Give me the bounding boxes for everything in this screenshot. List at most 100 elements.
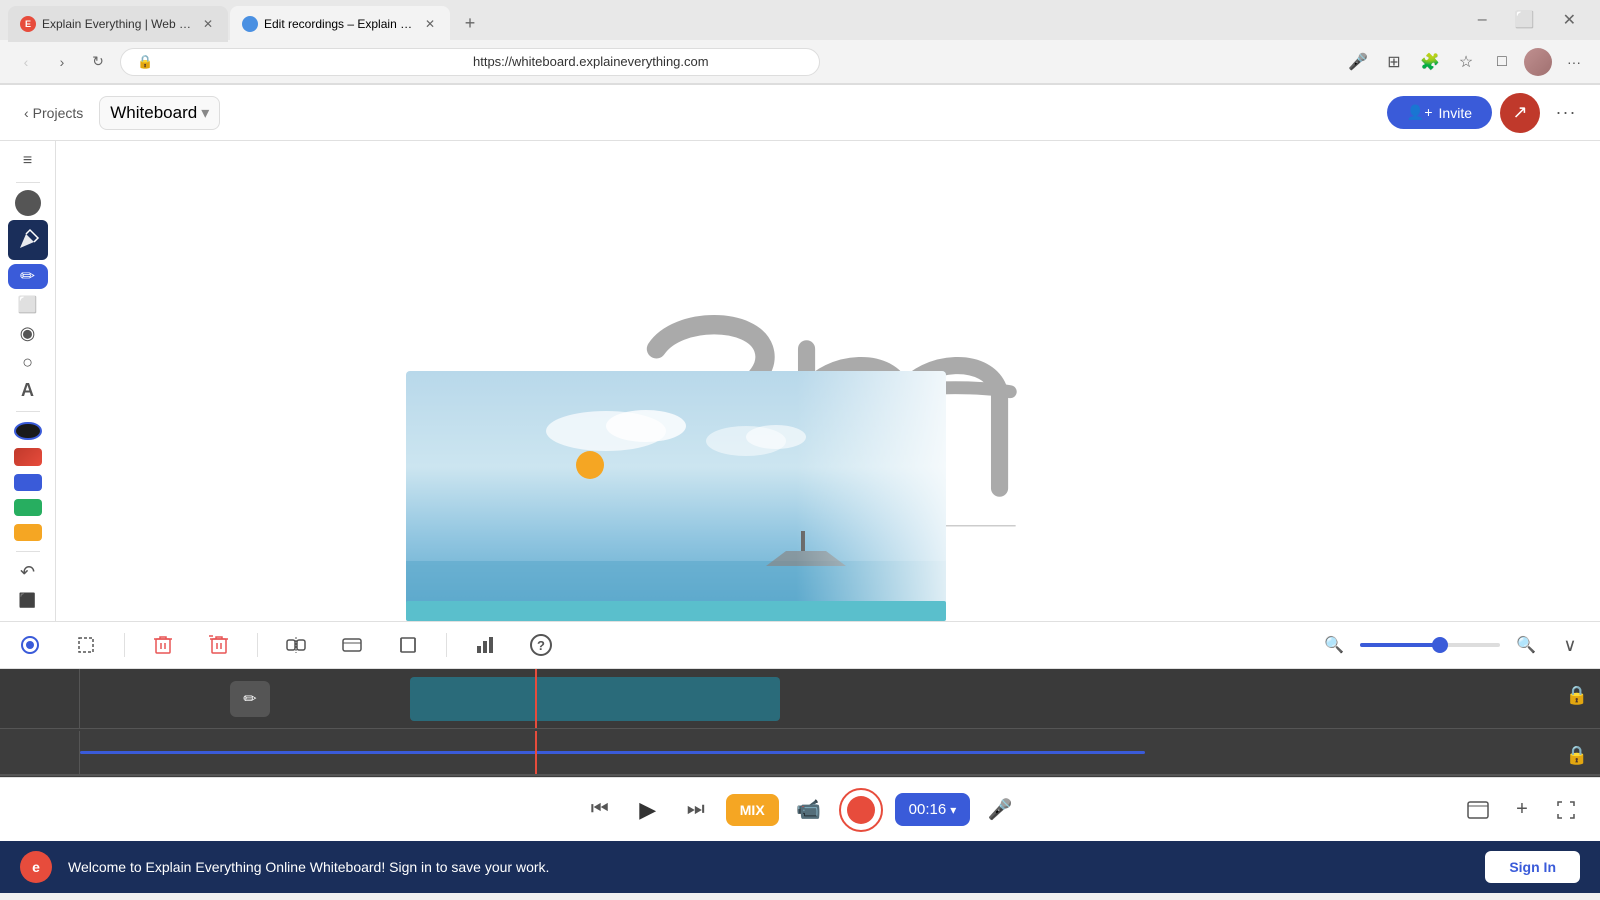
main-clip-block[interactable] bbox=[410, 677, 780, 721]
marker-tool-button[interactable]: ✏ bbox=[8, 264, 48, 289]
back-to-projects-button[interactable]: ‹ Projects bbox=[16, 101, 91, 125]
microphone-control-button[interactable]: 🎤 bbox=[982, 792, 1018, 828]
microphone-button[interactable]: 🎤 bbox=[1344, 48, 1372, 76]
add-track-button[interactable]: + bbox=[1504, 792, 1540, 828]
menu-tool-button[interactable]: ≡ bbox=[8, 149, 48, 174]
audio-track-row: 🔒 bbox=[0, 731, 1600, 775]
tab-1-title: Explain Everything | Web W... bbox=[42, 17, 194, 31]
more-options-button[interactable]: ··· bbox=[1548, 95, 1584, 131]
zoom-out-timeline-button[interactable]: 🔍 bbox=[1316, 627, 1352, 663]
video-track-content[interactable]: ✏ bbox=[80, 669, 1600, 728]
pen-tool-icon bbox=[8, 220, 48, 260]
color-blue-button[interactable] bbox=[14, 474, 42, 491]
sign-in-button[interactable]: Sign In bbox=[1485, 851, 1580, 883]
window-controls: – ⬜ ✕ bbox=[1454, 0, 1600, 40]
text-tool-button[interactable]: A bbox=[8, 379, 48, 404]
timeline-collapse-button[interactable]: ∨ bbox=[1552, 627, 1588, 663]
time-display[interactable]: 00:16 ▾ bbox=[895, 793, 971, 826]
back-nav-button[interactable]: ‹ bbox=[12, 48, 40, 76]
address-input[interactable]: 🔒 https://whiteboard.explaineverything.c… bbox=[120, 48, 820, 76]
invite-button[interactable]: 👤+ Invite bbox=[1387, 96, 1492, 129]
browser-more-button[interactable]: ··· bbox=[1560, 48, 1588, 76]
color-red-button[interactable] bbox=[14, 448, 42, 465]
whiteboard-dropdown[interactable]: Whiteboard ▾ bbox=[99, 96, 220, 130]
eraser-icon: ⬜ bbox=[18, 295, 38, 315]
bottom-right-controls: + bbox=[1460, 792, 1584, 828]
zoom-slider-thumb[interactable] bbox=[1432, 637, 1448, 653]
minimize-button[interactable]: – bbox=[1470, 7, 1495, 33]
record-button[interactable] bbox=[839, 788, 883, 832]
color-black-button[interactable] bbox=[14, 422, 42, 441]
undo-button[interactable]: ↶ bbox=[8, 560, 48, 585]
new-tab-button[interactable]: + bbox=[456, 9, 484, 37]
microphone-icon: 🎤 bbox=[988, 797, 1013, 822]
fullscreen-button[interactable] bbox=[1548, 792, 1584, 828]
audio-lock-icon[interactable]: 🔒 bbox=[1566, 745, 1588, 766]
rewind-button[interactable]: ⏮ bbox=[582, 792, 618, 828]
mix-button[interactable]: MIX bbox=[726, 794, 779, 826]
app-header: ‹ Projects Whiteboard ▾ 👤+ Invite ↗ ··· bbox=[0, 85, 1600, 141]
zoom-slider-container[interactable] bbox=[1360, 643, 1500, 647]
tab-1-favicon: E bbox=[20, 16, 36, 32]
extensions-button[interactable]: 🧩 bbox=[1416, 48, 1444, 76]
video-track-label bbox=[0, 669, 80, 728]
invite-user-icon: 👤+ bbox=[1407, 104, 1433, 121]
play-button[interactable]: ▶ bbox=[630, 792, 666, 828]
timeline-selection-box-tool[interactable] bbox=[68, 627, 104, 663]
audio-track-content[interactable] bbox=[80, 731, 1600, 774]
tab-1-close[interactable]: ✕ bbox=[200, 16, 216, 32]
analytics-icon bbox=[474, 634, 496, 656]
audio-progress-bar bbox=[80, 751, 1145, 754]
split-icon bbox=[285, 634, 307, 656]
browser-actions: 🎤 ⊞ 🧩 ☆ □ ··· bbox=[1344, 48, 1588, 76]
timeline-delete-tool[interactable] bbox=[145, 627, 181, 663]
fast-forward-button[interactable]: ⏭ bbox=[678, 792, 714, 828]
favorites-button[interactable]: ☆ bbox=[1452, 48, 1480, 76]
audio-track-label bbox=[0, 731, 80, 774]
timeline-analytics-tool[interactable] bbox=[467, 627, 503, 663]
tab-2-close[interactable]: ✕ bbox=[422, 16, 438, 32]
tab-grid-button[interactable]: ⊞ bbox=[1380, 48, 1408, 76]
video-camera-button[interactable]: 📹 bbox=[791, 792, 827, 828]
color-swatch-black[interactable] bbox=[8, 190, 48, 216]
tab-edit-recordings[interactable]: Edit recordings – Explain Everyth... ✕ bbox=[230, 6, 450, 42]
add-slide-button[interactable]: ⬛ bbox=[8, 588, 48, 613]
window-mode-button[interactable] bbox=[1460, 792, 1496, 828]
eraser-tool-button[interactable]: ⬜ bbox=[8, 293, 48, 318]
gradient-overlay bbox=[796, 371, 946, 611]
canvas-area[interactable] bbox=[56, 141, 1600, 621]
track-lock-icon[interactable]: 🔒 bbox=[1566, 685, 1588, 706]
video-camera-icon: 📹 bbox=[796, 797, 821, 822]
color-green-button[interactable] bbox=[14, 499, 42, 516]
tab-2-favicon bbox=[242, 16, 258, 32]
user-avatar[interactable] bbox=[1524, 48, 1552, 76]
share-button[interactable]: ↗ bbox=[1500, 93, 1540, 133]
shape-tool-button[interactable]: ○ bbox=[8, 350, 48, 375]
group-icon bbox=[341, 634, 363, 656]
forward-nav-button[interactable]: › bbox=[48, 48, 76, 76]
reload-button[interactable]: ↻ bbox=[84, 48, 112, 76]
orange-circle bbox=[576, 451, 604, 479]
tl-sep-1 bbox=[124, 633, 125, 657]
black-color-dot bbox=[15, 190, 41, 216]
timeline-help-tool[interactable]: ? bbox=[523, 627, 559, 663]
pen-tool-button[interactable] bbox=[8, 220, 48, 260]
main-content: ≡ ✏ ⬜ bbox=[0, 141, 1600, 621]
timeline-section: ? 🔍 🔍 ∨ ✏ bbox=[0, 621, 1600, 841]
current-time-label: 00:16 bbox=[909, 801, 947, 818]
timeline-group-tool[interactable] bbox=[334, 627, 370, 663]
tab-explain-everything[interactable]: E Explain Everything | Web W... ✕ bbox=[8, 6, 228, 42]
timeline-delete-all-tool[interactable] bbox=[201, 627, 237, 663]
maximize-button[interactable]: ⬜ bbox=[1507, 6, 1543, 34]
text-icon: A bbox=[21, 380, 34, 401]
zoom-in-timeline-button[interactable]: 🔍 bbox=[1508, 627, 1544, 663]
timeline-split-tool[interactable] bbox=[278, 627, 314, 663]
color-yellow-button[interactable] bbox=[14, 524, 42, 541]
timeline-crop-tool[interactable] bbox=[390, 627, 426, 663]
collections-button[interactable]: □ bbox=[1488, 48, 1516, 76]
close-button[interactable]: ✕ bbox=[1555, 6, 1584, 34]
timeline-select-tool[interactable] bbox=[12, 627, 48, 663]
welcome-text: Welcome to Explain Everything Online Whi… bbox=[68, 859, 1469, 875]
clip-pencil-marker[interactable]: ✏ bbox=[230, 681, 270, 717]
fill-tool-button[interactable]: ◉ bbox=[8, 321, 48, 346]
